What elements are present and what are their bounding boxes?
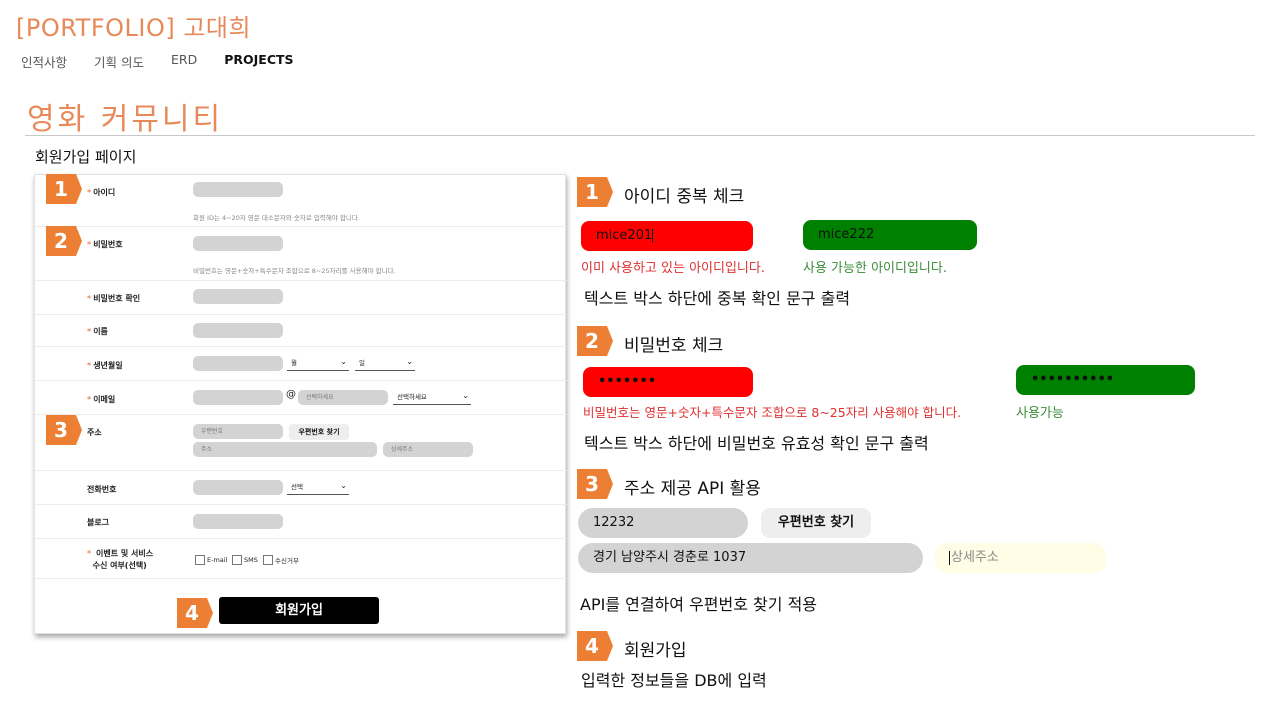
address-detail-input[interactable]: 상세주소 (383, 442, 473, 457)
step4-title: 회원가입 (624, 641, 687, 661)
form-row-address: 주소 우편번호 우편번호 찾기 주소 상세주소 (35, 415, 567, 471)
step-badge-1: 1 (46, 174, 82, 204)
text-caret (652, 228, 654, 243)
step3-zip-search-button[interactable]: 우편번호 찾기 (761, 508, 871, 538)
step1-id-input-valid[interactable]: mice222 (803, 220, 977, 250)
blog-input[interactable] (193, 514, 283, 529)
birth-day-select[interactable]: 일 ⌄ (355, 357, 415, 371)
chevron-down-icon: ⌄ (462, 391, 469, 400)
step3-address-input[interactable]: 경기 남양주시 경춘로 1037 (578, 543, 923, 573)
zip-input[interactable]: 우편번호 (193, 424, 283, 439)
address-input[interactable]: 주소 (193, 442, 377, 457)
password-confirm-input[interactable] (193, 289, 283, 304)
blog-label: 블로그 (87, 518, 110, 527)
step2-badge: 2 (577, 326, 613, 356)
form-row-birth: * 생년월일 월 ⌄ 일 ⌄ (35, 347, 567, 381)
step3-zip-input[interactable]: 12232 (578, 508, 748, 538)
id-label: * 아이디 (87, 188, 116, 197)
text-caret (949, 550, 950, 565)
address-label: 주소 (87, 428, 102, 437)
step4-badge: 4 (577, 631, 613, 661)
chevron-down-icon: ⌄ (340, 357, 347, 366)
section-label: 회원가입 페이지 (35, 148, 137, 166)
step1-success-message: 사용 가능한 아이디입니다. (803, 261, 947, 276)
password-input[interactable] (193, 236, 283, 251)
nav-item-profile[interactable]: 인적사항 (21, 52, 67, 71)
name-input[interactable] (193, 323, 283, 338)
step3-address-detail-input[interactable]: 상세주소 (935, 543, 1106, 573)
chevron-down-icon: ⌄ (340, 481, 347, 490)
form-row-id: * 아이디 회원 ID는 4~20자 영문 대소문자와 숫자로 입력해야 합니다. (35, 175, 567, 227)
form-row-events: * 이벤트 및 서비스 수신 여부(선택) E-mail SMS 수신거부 (35, 539, 567, 579)
form-row-phone: 전화번호 선택 ⌄ (35, 471, 567, 505)
events-label: * 이벤트 및 서비스 수신 여부(선택) (87, 549, 154, 570)
step-badge-3: 3 (46, 415, 82, 445)
password-label: * 비밀번호 (87, 240, 123, 249)
email-label: * 이메일 (87, 395, 116, 404)
email-at: @ (286, 389, 296, 400)
birth-label: * 생년월일 (87, 361, 123, 370)
site-title: [PORTFOLIO] 고대희 (16, 14, 252, 42)
form-row-password: * 비밀번호 비밀번호는 영문+숫자+특수문자 조합으로 8~25자리를 사용해야… (35, 227, 567, 281)
id-input[interactable] (193, 182, 283, 197)
phone-select[interactable]: 선택 ⌄ (287, 481, 349, 495)
step3-title: 주소 제공 API 활용 (624, 479, 761, 499)
step1-error-message: 이미 사용하고 있는 아이디입니다. (581, 261, 765, 276)
email-domain-input[interactable]: 선택하세요 (298, 390, 388, 405)
step3-description: API를 연결하여 우편번호 찾기 적용 (580, 595, 818, 614)
step2-title: 비밀번호 체크 (624, 336, 724, 356)
step4-description: 입력한 정보들을 DB에 입력 (581, 671, 767, 690)
form-row-blog: 블로그 (35, 505, 567, 539)
signup-submit-button[interactable]: 회원가입 (219, 597, 379, 624)
nav-item-intent[interactable]: 기획 의도 (94, 52, 144, 71)
id-hint: 회원 ID는 4~20자 영문 대소문자와 숫자로 입력해야 합니다. (193, 214, 360, 222)
form-row-email: * 이메일 @ 선택하세요 선택하세요 ⌄ (35, 381, 567, 415)
step1-badge: 1 (577, 177, 613, 207)
step2-password-input-valid[interactable]: •••••••••• (1016, 365, 1195, 395)
email-domain-select[interactable]: 선택하세요 ⌄ (393, 391, 471, 405)
email-id-input[interactable] (193, 390, 283, 405)
step2-success-message: 사용가능 (1016, 406, 1064, 421)
step2-error-message: 비밀번호는 영문+숫자+특수문자 조합으로 8~25자리 사용해야 합니다. (583, 405, 962, 420)
password-hint: 비밀번호는 영문+숫자+특수문자 조합으로 8~25자리를 사용해야 합니다. (193, 267, 396, 275)
step-badge-2: 2 (46, 226, 82, 256)
nav-item-erd[interactable]: ERD (171, 52, 197, 71)
opt-sms-checkbox[interactable]: SMS (232, 555, 258, 565)
step2-password-input-invalid[interactable]: ••••••• (583, 367, 753, 397)
step-badge-4: 4 (177, 598, 213, 628)
phone-input[interactable] (193, 480, 283, 495)
birth-month-select[interactable]: 월 ⌄ (287, 357, 349, 371)
password-confirm-label: * 비밀번호 확인 (87, 294, 141, 303)
form-row-password-confirm: * 비밀번호 확인 (35, 281, 567, 315)
main-nav: 인적사항 기획 의도 ERD PROJECTS (21, 52, 321, 71)
zip-search-button[interactable]: 우편번호 찾기 (289, 424, 349, 440)
step1-id-input-invalid[interactable]: mice201 (581, 221, 753, 251)
page-title: 영화 커뮤니티 (27, 102, 224, 137)
step1-description: 텍스트 박스 하단에 중복 확인 문구 출력 (584, 289, 851, 308)
nav-item-projects[interactable]: PROJECTS (224, 52, 293, 71)
title-divider (25, 135, 1255, 136)
form-row-name: * 이름 (35, 315, 567, 347)
step2-description: 텍스트 박스 하단에 비밀번호 유효성 확인 문구 출력 (584, 434, 929, 453)
phone-label: 전화번호 (87, 485, 117, 494)
chevron-down-icon: ⌄ (406, 357, 413, 366)
step1-title: 아이디 중복 체크 (624, 187, 745, 207)
birth-year-input[interactable] (193, 356, 283, 371)
opt-reject-checkbox[interactable]: 수신거부 (263, 555, 299, 565)
signup-form-preview: * 아이디 회원 ID는 4~20자 영문 대소문자와 숫자로 입력해야 합니다.… (34, 174, 567, 634)
name-label: * 이름 (87, 327, 108, 336)
step3-badge: 3 (577, 469, 613, 499)
opt-email-checkbox[interactable]: E-mail (195, 555, 227, 565)
